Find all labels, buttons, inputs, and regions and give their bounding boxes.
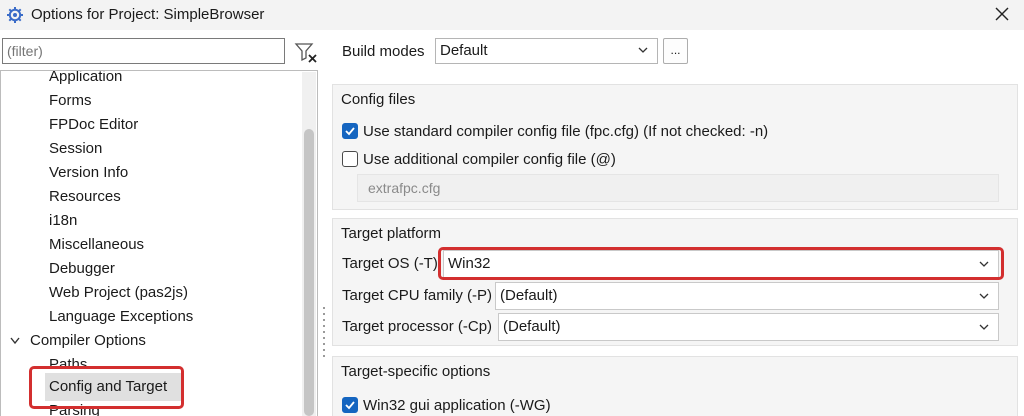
target-cpu-value: (Default) — [500, 287, 558, 304]
tree-item-language-exceptions[interactable]: Language Exceptions — [49, 306, 193, 328]
build-modes-more-button[interactable]: ... — [663, 38, 688, 64]
highlight-box-config-and-target — [29, 366, 184, 409]
checkmark-icon — [345, 401, 355, 410]
build-modes-value: Default — [440, 42, 488, 59]
target-specific-options-title: Target-specific options — [341, 363, 491, 380]
options-tree[interactable]: Application Forms FPDoc Editor Session V… — [0, 70, 318, 416]
tree-item-miscellaneous[interactable]: Miscellaneous — [49, 234, 144, 256]
chevron-down-icon — [979, 324, 989, 330]
target-processor-value: (Default) — [503, 318, 561, 335]
close-button[interactable] — [985, 1, 1019, 27]
tree-item-application[interactable]: Application — [49, 71, 122, 88]
target-processor-label: Target processor (-Cp) — [342, 318, 493, 335]
target-os-label: Target OS (-T) — [342, 255, 438, 272]
highlight-box-target-os — [438, 247, 1004, 280]
tree-item-debugger[interactable]: Debugger — [49, 258, 115, 280]
splitter-grip[interactable] — [322, 305, 326, 365]
target-processor-select[interactable]: (Default) — [498, 313, 999, 341]
chevron-down-icon — [979, 293, 989, 299]
build-modes-label: Build modes — [342, 43, 425, 60]
checkmark-icon — [345, 127, 355, 136]
config-files-title: Config files — [341, 91, 416, 108]
build-modes-select[interactable]: Default — [435, 38, 658, 64]
project-gear-icon — [7, 7, 23, 23]
filter-input[interactable] — [2, 38, 285, 64]
tree-item-compiler-options[interactable]: Compiler Options — [30, 330, 146, 352]
tree-scrollbar-thumb[interactable] — [304, 129, 314, 416]
target-cpu-select[interactable]: (Default) — [495, 282, 999, 310]
tree-item-forms[interactable]: Forms — [49, 90, 92, 112]
use-standard-config-label[interactable]: Use standard compiler config file (fpc.c… — [363, 122, 768, 142]
chevron-down-icon[interactable] — [9, 336, 21, 346]
target-platform-title: Target platform — [341, 225, 442, 242]
chevron-down-icon — [638, 47, 648, 53]
window-title: Options for Project: SimpleBrowser — [31, 6, 265, 23]
tree-item-resources[interactable]: Resources — [49, 186, 121, 208]
tree-item-web-project[interactable]: Web Project (pas2js) — [49, 282, 188, 304]
close-icon — [995, 7, 1009, 21]
tree-item-fpdoc-editor[interactable]: FPDoc Editor — [49, 114, 138, 136]
tree-item-version-info[interactable]: Version Info — [49, 162, 128, 184]
use-additional-config-label[interactable]: Use additional compiler config file (@) — [363, 150, 616, 170]
win32-gui-application-label[interactable]: Win32 gui application (-WG) — [363, 396, 551, 416]
target-cpu-label: Target CPU family (-P) — [342, 287, 493, 304]
tree-item-i18n[interactable]: i18n — [49, 210, 77, 232]
use-standard-config-checkbox[interactable] — [342, 123, 358, 139]
tree-item-session[interactable]: Session — [49, 138, 102, 160]
use-additional-config-checkbox[interactable] — [342, 151, 358, 167]
additional-config-file-field[interactable] — [357, 174, 999, 202]
win32-gui-application-checkbox[interactable] — [342, 397, 358, 413]
clear-filter-icon[interactable] — [293, 40, 319, 64]
